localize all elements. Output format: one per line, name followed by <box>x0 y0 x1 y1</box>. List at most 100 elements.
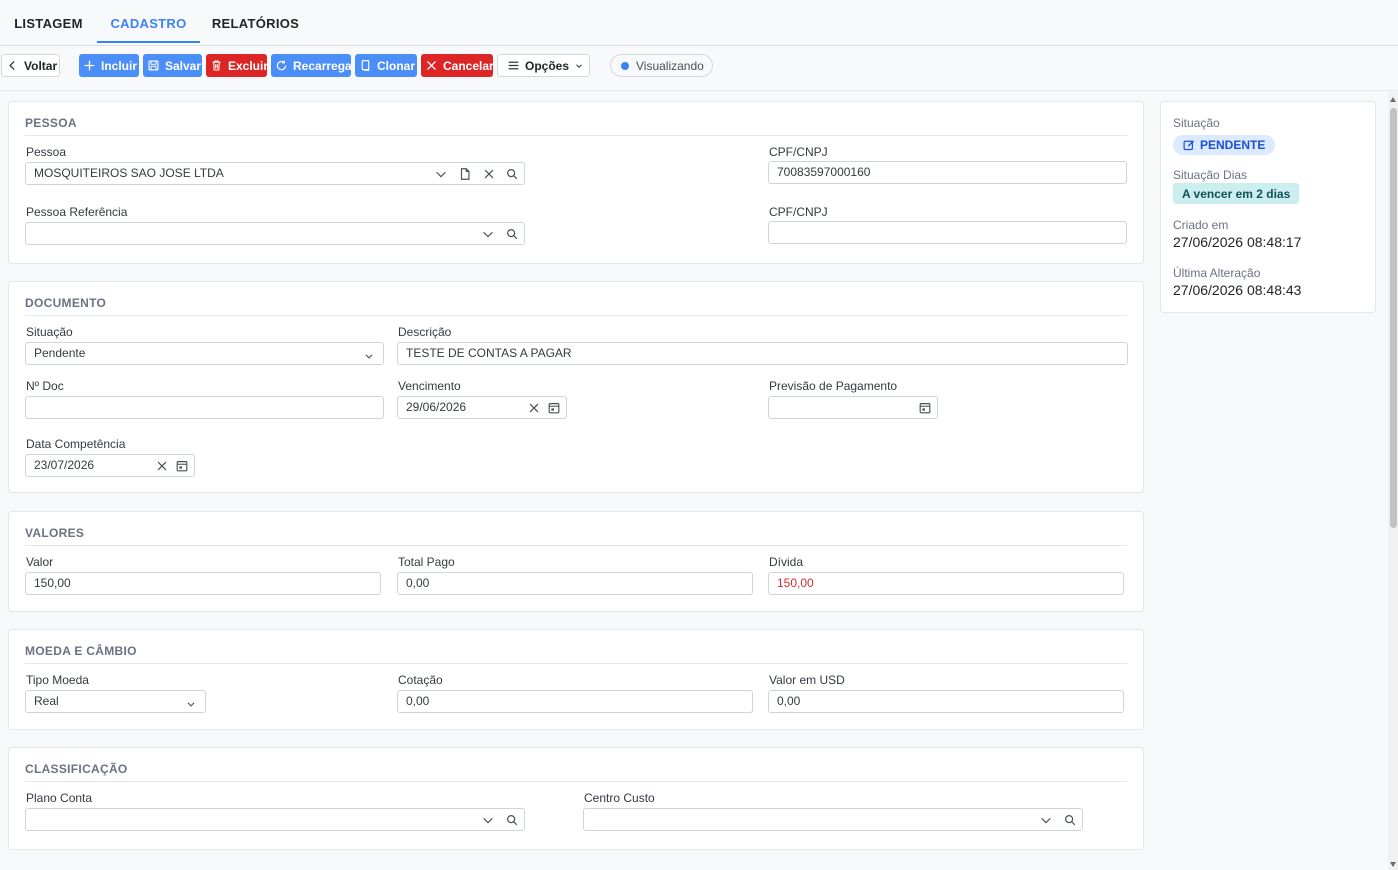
clear-icon[interactable] <box>527 401 541 415</box>
clonar-button[interactable]: Clonar <box>355 54 417 77</box>
divida-field[interactable]: 150,00 <box>768 572 1124 595</box>
situacao-label: Situação <box>26 325 73 339</box>
valor-usd-field[interactable]: 0,00 <box>768 690 1124 713</box>
competencia-datepicker[interactable]: 23/07/2026 <box>25 454 195 477</box>
classificacao-section: CLASSIFICAÇÃO Plano Conta Centro Custo <box>8 747 1144 850</box>
salvar-button[interactable]: Salvar <box>143 54 202 77</box>
opcoes-button[interactable]: Opções <box>497 54 590 77</box>
documento-section-title: DOCUMENTO <box>25 296 107 310</box>
plano-conta-label: Plano Conta <box>26 791 93 805</box>
recarrega-button[interactable]: Recarrega <box>271 54 352 77</box>
scroll-up-icon[interactable] <box>1390 97 1396 102</box>
pessoa-select[interactable]: MOSQUITEIROS SAO JOSE LTDA <box>25 162 525 185</box>
divida-label: Dívida <box>769 555 804 569</box>
divider <box>25 663 1127 664</box>
tipo-moeda-label: Tipo Moeda <box>26 673 89 687</box>
divider <box>25 315 1127 316</box>
cancelar-button[interactable]: Cancelar <box>421 54 494 77</box>
alteracao-value: 27/06/2026 08:48:43 <box>1173 282 1302 298</box>
recarrega-label: Recarrega <box>293 58 352 73</box>
cpf-field[interactable]: 70083597000160 <box>768 161 1127 184</box>
cotacao-field[interactable]: 0,00 <box>397 690 753 713</box>
tipo-moeda-select[interactable]: Real <box>25 690 206 713</box>
situacao-dias-badge-label: A vencer em 2 dias <box>1182 186 1291 201</box>
toolbar: Voltar Incluir Salvar Excluir Recarrega … <box>0 46 1398 91</box>
tab-bar: LISTAGEM CADASTRO RELATÓRIOS <box>0 0 1398 46</box>
search-icon[interactable] <box>505 227 519 241</box>
previsao-datepicker[interactable] <box>768 396 938 419</box>
chevron-down-icon[interactable] <box>481 813 495 827</box>
search-icon[interactable] <box>505 167 519 181</box>
valores-section: VALORES Valor 150,00 Total Pago 0,00 Dív… <box>8 511 1144 612</box>
cpf-referencia-field[interactable] <box>768 221 1127 244</box>
voltar-button[interactable]: Voltar <box>1 54 60 77</box>
scrollbar-thumb[interactable] <box>1390 108 1397 528</box>
scroll-down-icon[interactable] <box>1390 862 1396 867</box>
situacao-select[interactable]: Pendente <box>25 342 384 365</box>
tab-relatorios[interactable]: RELATÓRIOS <box>208 0 303 45</box>
calendar-icon[interactable] <box>547 401 561 415</box>
pessoa-section-title: PESSOA <box>25 116 77 130</box>
total-pago-label: Total Pago <box>398 555 455 569</box>
status-label: Visualizando <box>636 58 704 73</box>
cpf-referencia-label: CPF/CNPJ <box>769 205 828 219</box>
chevron-down-icon[interactable] <box>364 347 374 361</box>
refresh-icon <box>276 60 287 71</box>
valor-label: Valor <box>26 555 54 569</box>
status-dot-icon <box>621 61 629 70</box>
ndoc-field[interactable] <box>25 396 384 419</box>
plus-icon <box>84 60 95 71</box>
plano-conta-select[interactable] <box>25 808 525 831</box>
valor-usd-value: 0,00 <box>777 694 801 708</box>
edit-icon <box>1183 140 1195 151</box>
previsao-label: Previsão de Pagamento <box>769 379 898 393</box>
side-situacao-label: Situação <box>1173 116 1220 130</box>
divider <box>25 781 1127 782</box>
chevron-down-icon[interactable] <box>1039 813 1053 827</box>
chevron-down-icon[interactable] <box>434 167 448 181</box>
search-icon[interactable] <box>1063 813 1077 827</box>
salvar-label: Salvar <box>165 58 202 73</box>
clear-icon[interactable] <box>155 459 169 473</box>
centro-custo-label: Centro Custo <box>584 791 655 805</box>
tab-listagem[interactable]: LISTAGEM <box>8 0 89 45</box>
excluir-button[interactable]: Excluir <box>206 54 268 77</box>
divider <box>25 545 1127 546</box>
total-pago-value: 0,00 <box>406 576 430 590</box>
status-panel: Situação PENDENTE Situação Dias A vencer… <box>1160 101 1376 313</box>
ndoc-label: Nº Doc <box>26 379 64 393</box>
valor-field[interactable]: 150,00 <box>25 572 381 595</box>
alteracao-label: Última Alteração <box>1173 266 1261 280</box>
pessoa-referencia-select[interactable] <box>25 222 525 245</box>
pessoa-value: MOSQUITEIROS SAO JOSE LTDA <box>34 166 224 180</box>
tab-cadastro[interactable]: CADASTRO <box>97 0 200 43</box>
moeda-section: MOEDA E CÂMBIO Tipo Moeda Real Cotação 0… <box>8 629 1144 730</box>
search-icon[interactable] <box>505 813 519 827</box>
incluir-label: Incluir <box>101 58 138 73</box>
vencimento-label: Vencimento <box>398 379 461 393</box>
criado-label: Criado em <box>1173 218 1229 232</box>
classificacao-section-title: CLASSIFICAÇÃO <box>25 762 128 776</box>
voltar-label: Voltar <box>24 58 58 73</box>
divida-value: 150,00 <box>777 576 814 590</box>
close-icon <box>426 60 437 71</box>
criado-value: 27/06/2026 08:48:17 <box>1173 234 1302 250</box>
centro-custo-select[interactable] <box>583 808 1083 831</box>
status-badge: Visualizando <box>610 54 713 77</box>
chevron-down-icon[interactable] <box>186 695 196 709</box>
situacao-badge: PENDENTE <box>1173 135 1276 155</box>
calendar-icon[interactable] <box>918 401 932 415</box>
incluir-button[interactable]: Incluir <box>79 54 139 77</box>
document-icon[interactable] <box>458 167 472 181</box>
tipo-moeda-value: Real <box>34 694 59 708</box>
documento-section: DOCUMENTO Situação Pendente Descrição TE… <box>8 281 1144 493</box>
total-pago-field[interactable]: 0,00 <box>397 572 753 595</box>
competencia-value: 23/07/2026 <box>34 458 95 472</box>
descricao-field[interactable]: TESTE DE CONTAS A PAGAR <box>397 342 1128 365</box>
clear-icon[interactable] <box>482 167 496 181</box>
scrollbar[interactable] <box>1388 92 1398 870</box>
descricao-label: Descrição <box>398 325 452 339</box>
vencimento-datepicker[interactable]: 29/06/2026 <box>397 396 567 419</box>
chevron-down-icon[interactable] <box>481 227 495 241</box>
calendar-icon[interactable] <box>175 459 189 473</box>
